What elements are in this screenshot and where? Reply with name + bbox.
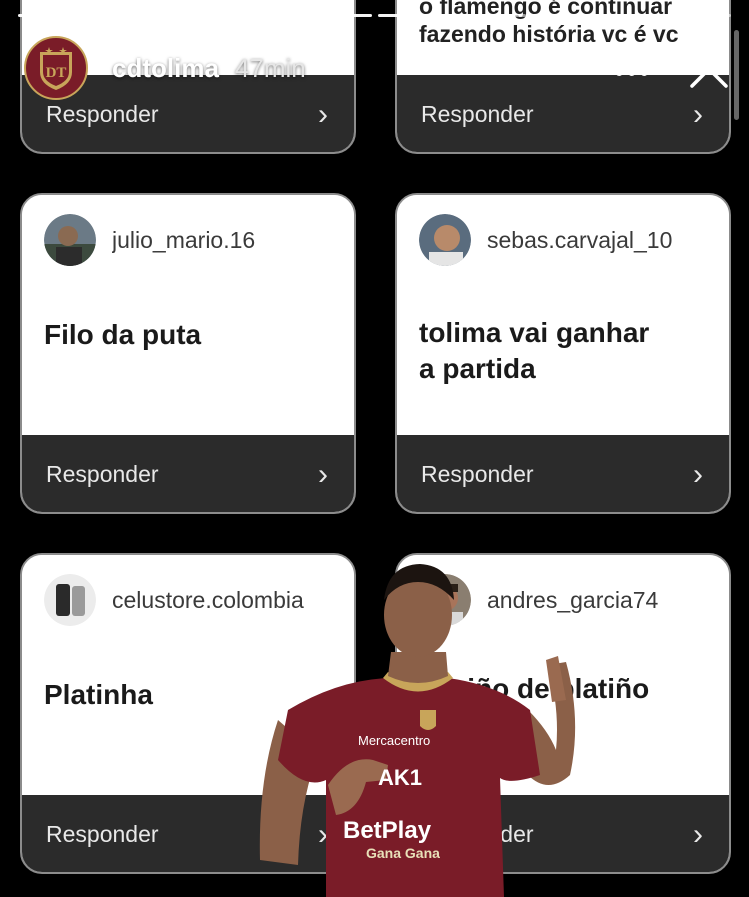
question-card: julio_mario.16 Filo da puta Responder ›: [20, 193, 356, 514]
reply-label: Responder: [421, 101, 534, 127]
reply-button[interactable]: Responder ›: [397, 75, 729, 152]
progress-segment: [69, 14, 115, 17]
progress-segment: [634, 14, 680, 17]
avatar: [419, 214, 471, 266]
reply-label: Responder: [46, 821, 159, 847]
chevron-right-icon: ›: [318, 97, 328, 131]
sponsor-sub: Gana Gana: [366, 845, 440, 861]
question-card: o flamengo é continuar fazendo história …: [395, 0, 731, 154]
story-timestamp: 47min: [234, 52, 306, 83]
question-card: sebas.carvajal_10 tolima vai ganhar a pa…: [395, 193, 731, 514]
player-cutout-image: Mercacentro AK1 BetPlay Gana Gana: [259, 564, 576, 897]
progress-segment: [685, 14, 732, 17]
card-message: Filo da puta: [44, 319, 202, 350]
story-progress-bar: [18, 14, 732, 17]
card-username: sebas.carvajal_10: [487, 226, 673, 253]
team-logo-avatar[interactable]: DT: [24, 36, 88, 100]
chevron-right-icon: ›: [693, 817, 703, 851]
progress-segment: [223, 14, 269, 17]
progress-segment: [172, 14, 218, 17]
avatar: [44, 574, 96, 626]
chevron-right-icon: ›: [693, 457, 703, 491]
crest-icon: DT: [40, 47, 72, 90]
card-username: julio_mario.16: [112, 226, 256, 253]
svg-text:DT: DT: [46, 65, 67, 81]
progress-segment: [326, 14, 372, 17]
chevron-right-icon: ›: [693, 97, 703, 131]
more-options-icon[interactable]: •••: [614, 56, 652, 90]
card-message: o flamengo é continuar fazendo história …: [419, 0, 679, 47]
progress-segment: [274, 14, 321, 17]
close-icon[interactable]: [686, 46, 732, 92]
progress-segment: [531, 14, 577, 17]
sponsor-main: BetPlay: [343, 817, 432, 844]
story-username[interactable]: cdtolima: [112, 53, 219, 84]
chevron-right-icon: ›: [318, 457, 328, 491]
reply-button[interactable]: Responder ›: [397, 435, 729, 512]
story-header: DT cdtolima 47min: [24, 36, 306, 100]
reply-label: Responder: [421, 461, 534, 487]
card-author[interactable]: sebas.carvajal_10: [397, 195, 729, 267]
reply-button[interactable]: Responder ›: [22, 435, 354, 512]
reply-label: Responder: [46, 101, 159, 127]
sponsor-logo: AK1: [378, 765, 422, 790]
card-message: tolima vai ganhar a partida: [419, 317, 650, 384]
sponsor-chest: Mercacentro: [358, 733, 430, 748]
progress-segment: [480, 14, 526, 17]
progress-segment: [120, 14, 167, 17]
progress-segment: [18, 14, 64, 17]
card-author[interactable]: julio_mario.16: [22, 195, 354, 267]
progress-segment: [582, 14, 629, 17]
progress-segment: [377, 14, 423, 17]
reply-label: Responder: [46, 461, 159, 487]
avatar: [44, 214, 96, 266]
progress-segment: [428, 14, 475, 17]
scroll-indicator: [734, 30, 739, 120]
